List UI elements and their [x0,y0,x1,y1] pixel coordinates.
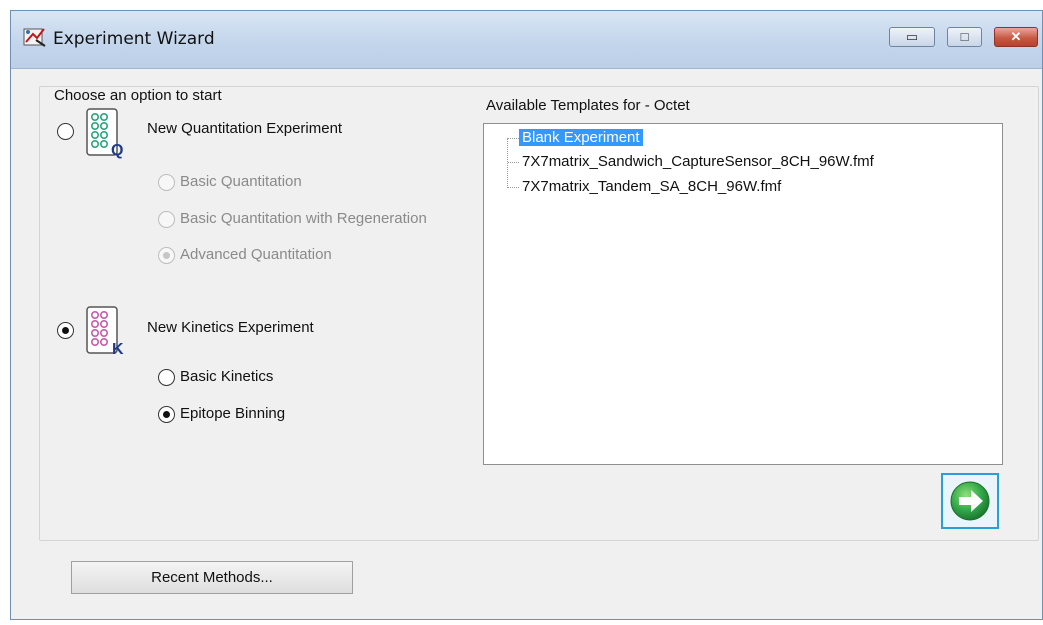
kinetics-icon-letter: K [112,341,124,357]
next-button[interactable] [941,473,999,529]
maximize-icon: □ [960,29,969,44]
close-button[interactable]: ✕ [994,27,1038,47]
template-item[interactable]: Blank Experiment [519,129,643,146]
tree-connector [508,187,519,188]
choose-option-legend: Choose an option to start [51,87,225,104]
tree-connector [508,162,519,163]
window-title: Experiment Wizard [53,29,215,49]
experiment-wizard-icon [23,28,46,47]
maximize-button[interactable]: □ [947,27,982,47]
close-icon: ✕ [1010,29,1022,44]
radio-selected-dot [162,251,170,259]
epitope-binning-label[interactable]: Epitope Binning [180,405,285,422]
advanced-quantitation-radio [158,247,175,264]
basic-quantitation-regeneration-radio [158,211,175,228]
title-bar[interactable]: Experiment Wizard ▭ □ ✕ [11,11,1042,69]
go-arrow-icon [950,481,990,521]
tree-connector [507,138,508,188]
quantitation-icon: Q [86,108,123,159]
template-item[interactable]: 7X7matrix_Tandem_SA_8CH_96W.fmf [522,178,781,195]
basic-quantitation-label: Basic Quantitation [180,173,302,190]
templates-tree[interactable]: Blank Experiment 7X7matrix_Sandwich_Capt… [483,123,1003,465]
quantitation-icon-letter: Q [111,142,123,159]
new-kinetics-radio[interactable] [57,322,74,339]
new-quantitation-label: New Quantitation Experiment [147,120,343,137]
new-kinetics-label: New Kinetics Experiment [147,319,314,336]
new-quantitation-radio[interactable] [57,123,74,140]
templates-heading: Available Templates for - Octet [486,97,690,114]
kinetics-icon: K [86,306,124,357]
advanced-quantitation-label: Advanced Quantitation [180,246,332,263]
basic-quantitation-regeneration-label: Basic Quantitation with Regeneration [180,210,427,227]
template-item[interactable]: 7X7matrix_Sandwich_CaptureSensor_8CH_96W… [522,153,874,170]
experiment-wizard-window: Experiment Wizard ▭ □ ✕ Choose an option… [10,10,1043,620]
tree-connector [508,138,519,139]
radio-selected-dot [61,326,69,334]
basic-kinetics-label[interactable]: Basic Kinetics [180,368,273,385]
minimize-button[interactable]: ▭ [889,27,935,47]
recent-methods-button[interactable]: Recent Methods... [71,561,353,594]
radio-selected-dot [162,410,170,418]
minimize-icon: ▭ [905,29,919,44]
basic-quantitation-radio [158,174,175,191]
epitope-binning-radio[interactable] [158,406,175,423]
basic-kinetics-radio[interactable] [158,369,175,386]
